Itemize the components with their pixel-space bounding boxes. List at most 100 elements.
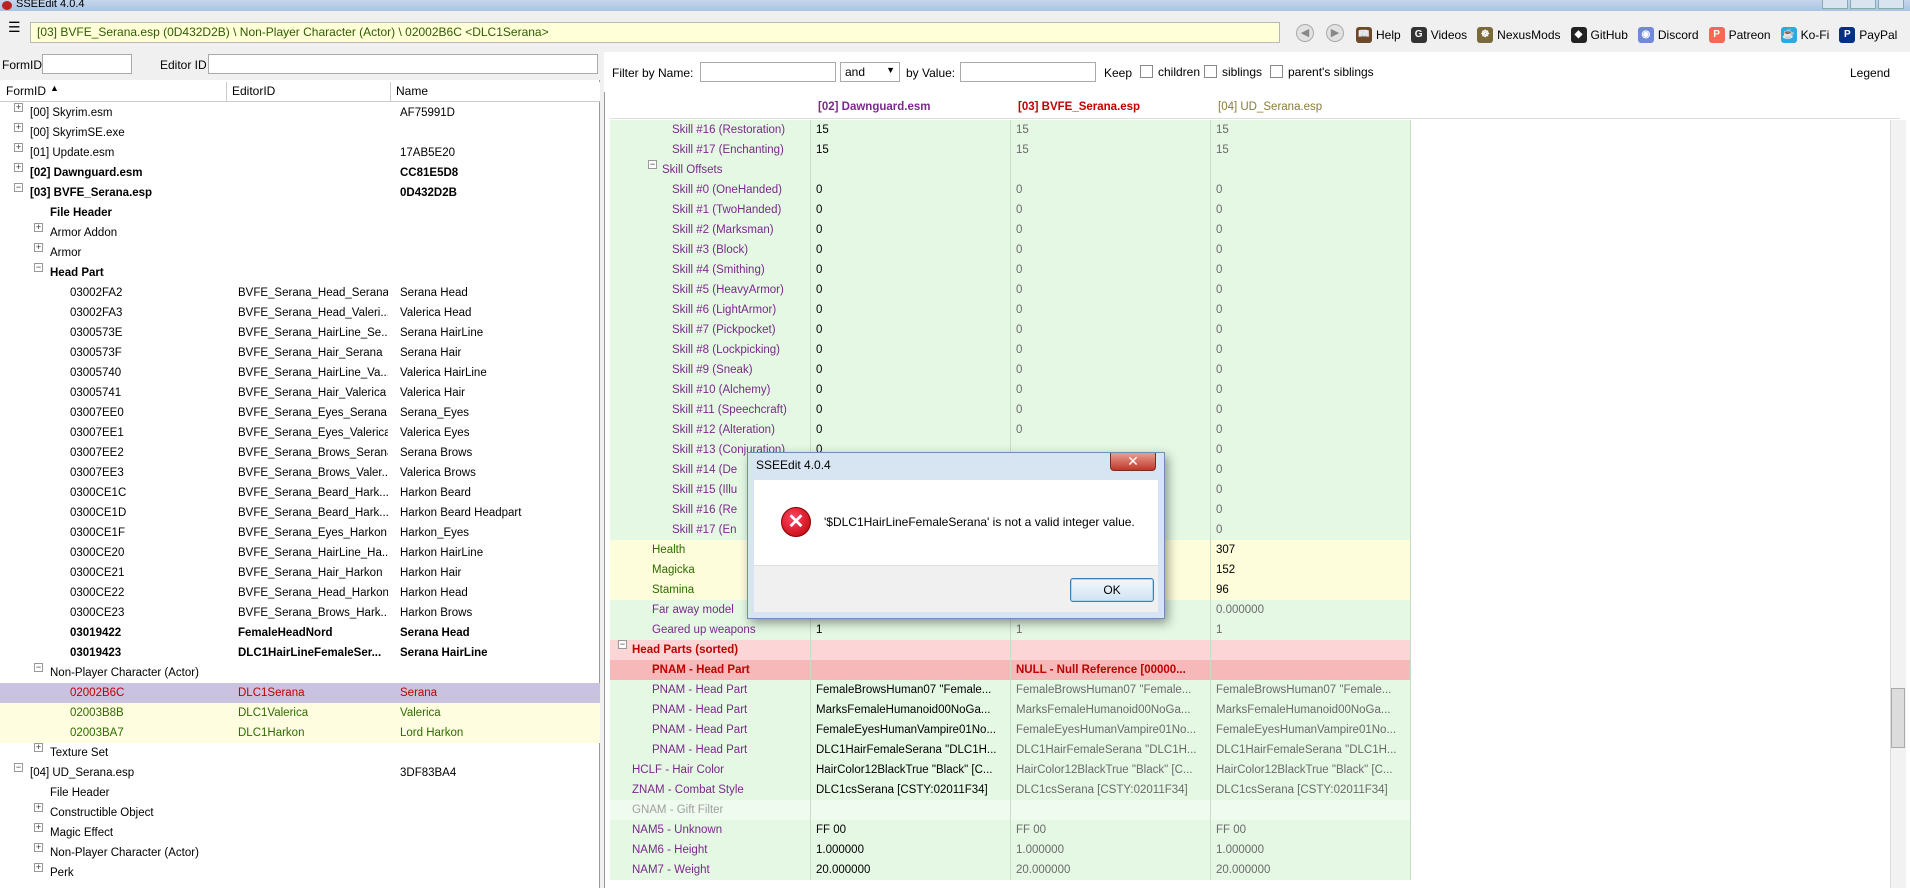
record-row[interactable]: Skill #2 (Marksman) 0 0 0 — [610, 220, 1900, 240]
formid-filter-input[interactable] — [42, 54, 132, 74]
tree-row[interactable]: 02003BA7 DLC1Harkon Lord Harkon — [0, 723, 600, 743]
tree-row[interactable]: 03019423 DLC1HairLineFemaleSer... Serana H… — [0, 643, 600, 663]
tree-row[interactable]: + [00] SkyrimSE.exe — [0, 123, 600, 143]
tree-row[interactable]: 03002FA3 BVFE_Serana_Head_Valeri... Valeri… — [0, 303, 600, 323]
tree-row[interactable]: 0300CE1D BVFE_Serana_Beard_Hark... Harkon … — [0, 503, 600, 523]
collapse-icon[interactable]: − — [648, 160, 657, 169]
expand-icon[interactable]: + — [14, 123, 23, 132]
expand-icon[interactable]: + — [34, 223, 43, 232]
record-row[interactable]: Skill #11 (Speechcraft) 0 0 0 — [610, 400, 1900, 420]
back-button[interactable]: ◀ — [1296, 24, 1314, 42]
collapse-icon[interactable]: − — [14, 763, 23, 772]
column-bvfe-serana[interactable]: [03] BVFE_Serana.esp — [1018, 101, 1140, 113]
dialog-close-button[interactable]: ✕ — [1110, 453, 1156, 471]
toolbar-patreon-button[interactable]: P Patreon — [1708, 27, 1771, 43]
record-row[interactable]: Skill #7 (Pickpocket) 0 0 0 — [610, 320, 1900, 340]
keep-parents-siblings-checkbox[interactable] — [1270, 65, 1283, 78]
tree-row[interactable]: 0300CE20 BVFE_Serana_HairLine_Ha... Harkon… — [0, 543, 600, 563]
keep-siblings-checkbox[interactable] — [1204, 65, 1217, 78]
tree-row[interactable]: + Armor Addon — [0, 223, 600, 243]
tree-row[interactable]: + Non-Player Character (Actor) — [0, 843, 600, 863]
record-row[interactable]: Skill #12 (Alteration) 0 0 0 — [610, 420, 1900, 440]
tree-row[interactable]: − Non-Player Character (Actor) — [0, 663, 600, 683]
tree-row[interactable]: + [02] Dawnguard.esm CC81E5D8 — [0, 163, 600, 183]
tree-row[interactable]: − [04] UD_Serana.esp 3DF83BA4 — [0, 763, 600, 783]
record-row[interactable]: PNAM - Head Part FemaleBrowsHuman07 "Fema… — [610, 680, 1900, 700]
tree-row[interactable]: 03002FA2 BVFE_Serana_Head_Serana Serana He… — [0, 283, 600, 303]
breadcrumb[interactable]: [03] BVFE_Serana.esp (0D432D2B) \ Non-Pl… — [30, 22, 1280, 43]
tree-row[interactable]: − Head Part — [0, 263, 600, 283]
record-row[interactable]: NAM5 - Unknown FF 00 FF 00 FF 00 — [610, 820, 1900, 840]
tree-row[interactable]: 03007EE2 BVFE_Serana_Brows_Serana Serana B… — [0, 443, 600, 463]
record-row[interactable]: Geared up weapons 1 1 1 — [610, 620, 1900, 640]
toolbar-nexusmods-button[interactable]: ☸ NexusMods — [1477, 27, 1561, 43]
collapse-icon[interactable]: − — [14, 183, 23, 192]
toolbar-videos-button[interactable]: G Videos — [1410, 27, 1467, 43]
record-row[interactable]: Skill #4 (Smithing) 0 0 0 — [610, 260, 1900, 280]
tree-row[interactable]: 03005740 BVFE_Serana_HairLine_Va... Valeri… — [0, 363, 600, 383]
expand-icon[interactable]: + — [14, 143, 23, 152]
toolbar-github-button[interactable]: ◆ GitHub — [1570, 27, 1628, 43]
column-name[interactable]: Name — [396, 84, 428, 98]
tree-row[interactable]: 03007EE3 BVFE_Serana_Brows_Valer... Valeri… — [0, 463, 600, 483]
tree-row[interactable]: 0300CE23 BVFE_Serana_Brows_Hark... Harkon … — [0, 603, 600, 623]
tree-row[interactable]: 0300CE22 BVFE_Serana_Head_Harkon Harkon He… — [0, 583, 600, 603]
minimize-button[interactable] — [1822, 0, 1848, 9]
keep-children-checkbox[interactable] — [1140, 65, 1153, 78]
toolbar-help-button[interactable]: 📖 Help — [1356, 27, 1401, 43]
expand-icon[interactable]: + — [14, 163, 23, 172]
record-row[interactable]: Skill #9 (Sneak) 0 0 0 — [610, 360, 1900, 380]
record-row[interactable]: Skill #5 (HeavyArmor) 0 0 0 — [610, 280, 1900, 300]
window-close-button[interactable] — [1878, 0, 1904, 9]
record-row[interactable]: − Skill Offsets — [610, 160, 1900, 180]
expand-icon[interactable]: + — [34, 803, 43, 812]
tree-row[interactable]: + Magic Effect — [0, 823, 600, 843]
menu-icon[interactable]: ☰ — [8, 19, 21, 35]
filter-by-value-input[interactable] — [960, 62, 1096, 82]
record-row[interactable]: HCLF - Hair Color HairColor12BlackTrue "B… — [610, 760, 1900, 780]
record-row[interactable]: PNAM - Head Part FemaleEyesHumanVampire01… — [610, 720, 1900, 740]
record-row[interactable]: NAM6 - Height 1.000000 1.000000 1.000000 — [610, 840, 1900, 860]
column-formid[interactable]: FormID — [6, 84, 46, 98]
tree-row[interactable]: File Header — [0, 783, 600, 803]
column-dawnguard[interactable]: [02] Dawnguard.esm — [818, 101, 930, 113]
scrollbar-thumb[interactable] — [1891, 688, 1905, 748]
record-row[interactable]: Skill #17 (Enchanting) 15 15 15 — [610, 140, 1900, 160]
record-row[interactable]: Skill #8 (Lockpicking) 0 0 0 — [610, 340, 1900, 360]
editorid-filter-input[interactable] — [208, 54, 598, 74]
expand-icon[interactable]: + — [34, 823, 43, 832]
maximize-button[interactable] — [1850, 0, 1876, 9]
record-row[interactable]: Skill #1 (TwoHanded) 0 0 0 — [610, 200, 1900, 220]
record-row[interactable]: PNAM - Head Part DLC1HairFemaleSerana "DL… — [610, 740, 1900, 760]
toolbar-paypal-button[interactable]: P PayPal — [1839, 27, 1897, 43]
collapse-icon[interactable]: − — [34, 263, 43, 272]
record-row[interactable]: Skill #10 (Alchemy) 0 0 0 — [610, 380, 1900, 400]
expand-icon[interactable]: + — [34, 863, 43, 872]
expand-icon[interactable]: + — [34, 743, 43, 752]
tree-row[interactable]: 02003B8B DLC1Valerica Valerica — [0, 703, 600, 723]
tree-row[interactable]: 0300CE1C BVFE_Serana_Beard_Hark... Harkon … — [0, 483, 600, 503]
tree-row[interactable]: + Armor — [0, 243, 600, 263]
tree-row[interactable]: + Texture Set — [0, 743, 600, 763]
tree-row[interactable]: 0300573E BVFE_Serana_HairLine_Se... Serana… — [0, 323, 600, 343]
tree-row[interactable]: 03019422 FemaleHeadNord Serana Head — [0, 623, 600, 643]
vertical-scrollbar[interactable] — [1890, 120, 1906, 888]
and-or-select[interactable]: and ▼ — [840, 62, 900, 82]
legend-button[interactable]: Legend — [1850, 66, 1890, 80]
tree-row[interactable]: 03007EE1 BVFE_Serana_Eyes_Valerica Valeric… — [0, 423, 600, 443]
tree-row[interactable]: File Header — [0, 203, 600, 223]
record-row[interactable]: Skill #6 (LightArmor) 0 0 0 — [610, 300, 1900, 320]
collapse-icon[interactable]: − — [618, 640, 627, 649]
toolbar-discord-button[interactable]: ◉ Discord — [1637, 27, 1699, 43]
record-row[interactable]: ZNAM - Combat Style DLC1csSerana [CSTY:02… — [610, 780, 1900, 800]
record-row[interactable]: Skill #3 (Block) 0 0 0 — [610, 240, 1900, 260]
tree-row[interactable]: 02002B6C DLC1Serana Serana — [0, 683, 600, 703]
column-editorid[interactable]: EditorID — [232, 84, 275, 98]
record-row[interactable]: PNAM - Head Part NULL - Null Reference [0… — [610, 660, 1900, 680]
tree-row[interactable]: + Constructible Object — [0, 803, 600, 823]
tree-row[interactable]: + Perk — [0, 863, 600, 883]
tree-row[interactable]: 0300573F BVFE_Serana_Hair_Serana Serana Ha… — [0, 343, 600, 363]
tree-row[interactable]: + [00] Skyrim.esm AF75991D — [0, 103, 600, 123]
record-row[interactable]: Skill #16 (Restoration) 15 15 15 — [610, 120, 1900, 140]
toolbar-kofi-button[interactable]: ☕ Ko-Fi — [1780, 27, 1829, 43]
